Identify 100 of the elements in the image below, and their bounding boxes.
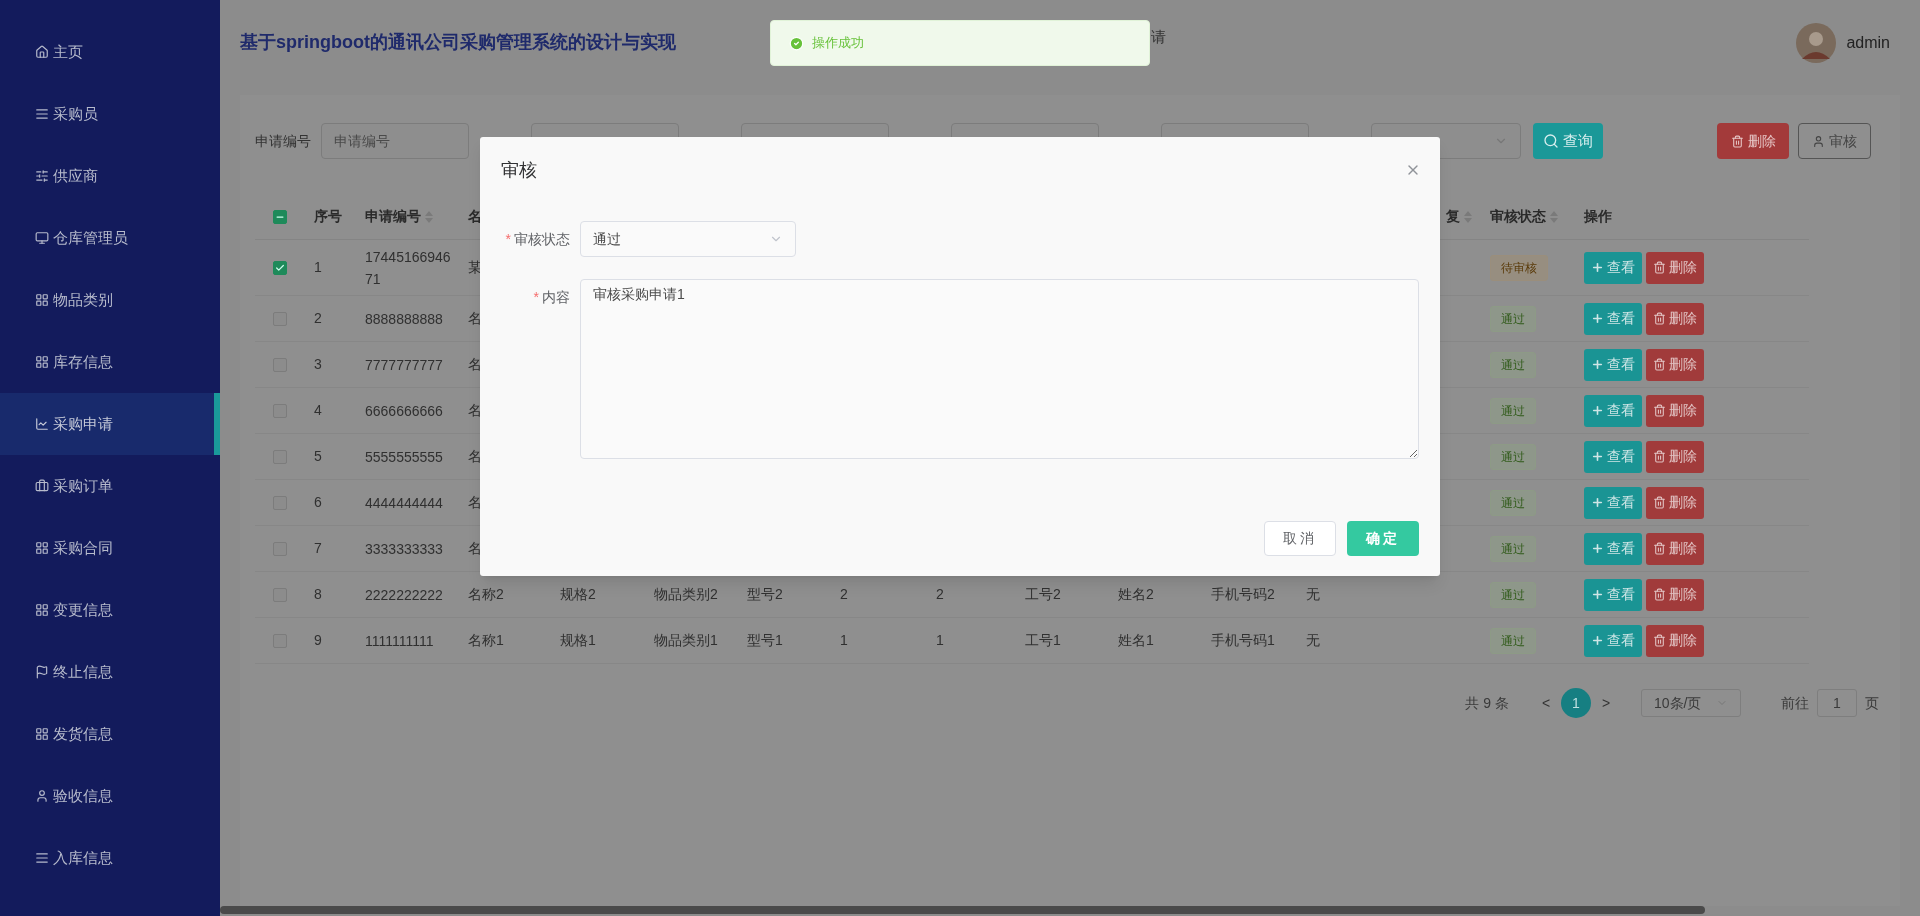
table-cell-text: 1 <box>314 258 322 277</box>
view-button[interactable]: 查看 <box>1584 440 1642 473</box>
username[interactable]: admin <box>1846 30 1890 55</box>
table-cell-text: 名称1 <box>468 631 504 650</box>
chart-icon <box>35 417 49 431</box>
view-button[interactable]: 查看 <box>1584 578 1642 611</box>
table-cell-text: 物品类别1 <box>654 631 718 650</box>
plus-icon <box>1591 404 1604 417</box>
table-cell-text: 2 <box>314 309 322 328</box>
view-button[interactable]: 查看 <box>1584 302 1642 335</box>
sidebar-item[interactable]: 采购员 <box>0 83 220 145</box>
table-cell-text: 8888888888 <box>365 309 444 329</box>
checkbox[interactable] <box>272 209 287 224</box>
delete-button[interactable]: 删除 <box>1717 123 1789 159</box>
view-button[interactable]: 查看 <box>1584 532 1642 565</box>
sidebar-item[interactable]: 仓库管理员 <box>0 207 220 269</box>
table-cell-text: 型号2 <box>747 585 783 604</box>
delete-button[interactable]: 删除 <box>1646 532 1704 565</box>
required-mark: * <box>505 229 511 249</box>
column-header: 审核状态 <box>1490 207 1546 226</box>
page-input[interactable]: 1 <box>1817 689 1857 717</box>
table-cell-text: 无 <box>1306 585 1320 604</box>
table-cell-text: 5 <box>314 447 322 466</box>
sidebar-item[interactable]: 物品类别 <box>0 269 220 331</box>
table-cell-text: 3 <box>314 355 322 374</box>
status-tag: 通过 <box>1490 627 1536 654</box>
sidebar-item[interactable]: 供应商 <box>0 145 220 207</box>
page-size-select[interactable]: 10条/页 <box>1641 689 1741 717</box>
sidebar-item[interactable]: 入库信息 <box>0 827 220 866</box>
table-cell-text: 姓名1 <box>1118 631 1154 650</box>
field-label: 内容 <box>542 287 570 307</box>
table-cell-text: 2 <box>936 585 944 604</box>
delete-button[interactable]: 删除 <box>1646 486 1704 519</box>
table-cell-text: 1 <box>840 631 848 650</box>
app-title: 基于springboot的通讯公司采购管理系统的设计与实现 <box>240 31 676 54</box>
grid-icon <box>35 355 49 369</box>
table-cell-text: 1 <box>936 631 944 650</box>
status-tag: 通过 <box>1490 305 1536 332</box>
table-cell-text: 名 <box>468 355 482 374</box>
sidebar-item[interactable]: 采购合同 <box>0 517 220 579</box>
monitor-icon <box>35 231 49 245</box>
next-page-button[interactable]: > <box>1591 692 1621 714</box>
page-button[interactable]: 1 <box>1561 688 1591 718</box>
delete-button[interactable]: 删除 <box>1646 394 1704 427</box>
sidebar-item[interactable]: 变更信息 <box>0 579 220 641</box>
view-button[interactable]: 查看 <box>1584 624 1642 657</box>
plus-icon <box>1591 496 1604 509</box>
delete-button[interactable]: 删除 <box>1646 440 1704 473</box>
prev-page-button[interactable]: < <box>1531 692 1561 714</box>
delete-button[interactable]: 删除 <box>1646 251 1704 284</box>
sidebar-item[interactable]: 终止信息 <box>0 641 220 703</box>
delete-button[interactable]: 删除 <box>1646 302 1704 335</box>
briefcase-icon <box>35 479 49 493</box>
grid-icon <box>35 603 49 617</box>
checkbox[interactable] <box>272 260 287 275</box>
column-header: 申请编号 <box>365 207 421 226</box>
trash-icon <box>1730 134 1744 148</box>
table-cell-text: 7 <box>314 539 322 558</box>
avatar[interactable] <box>1796 22 1837 63</box>
delete-button[interactable]: 删除 <box>1646 624 1704 657</box>
table-cell-text: 物品类别2 <box>654 585 718 604</box>
sidebar-item[interactable]: 主页 <box>0 21 220 83</box>
scrollbar-thumb[interactable] <box>220 906 1705 914</box>
sidebar-item[interactable]: 发货信息 <box>0 703 220 765</box>
table-cell-text: 2222222222 <box>365 585 444 605</box>
review-button[interactable]: 审核 <box>1798 123 1871 159</box>
plus-icon <box>1591 312 1604 325</box>
table-cell-text: 规格2 <box>560 585 596 604</box>
table-cell-text: 1111111111 <box>365 631 435 651</box>
content-textarea[interactable]: 审核采购申请1 <box>580 279 1419 459</box>
sidebar-item[interactable]: 库存信息 <box>0 331 220 393</box>
status-tag: 通过 <box>1490 443 1536 470</box>
view-button[interactable]: 查看 <box>1584 251 1642 284</box>
filter-input[interactable]: 申请编号 <box>321 123 469 159</box>
table-cell-text: 手机号码2 <box>1211 585 1275 604</box>
status-select[interactable]: 通过 <box>580 221 796 257</box>
delete-button[interactable]: 删除 <box>1646 348 1704 381</box>
status-tag: 通过 <box>1490 489 1536 516</box>
plus-icon <box>1591 261 1604 274</box>
total-count: 共 9 条 <box>1465 693 1509 713</box>
grid-icon <box>35 293 49 307</box>
delete-button[interactable]: 删除 <box>1646 578 1704 611</box>
trash-icon <box>1653 588 1666 601</box>
column-header: 复 <box>1446 207 1460 226</box>
view-button[interactable]: 查看 <box>1584 486 1642 519</box>
house-icon <box>35 45 49 59</box>
cancel-button[interactable]: 取消 <box>1264 521 1336 556</box>
sidebar-item[interactable]: 采购订单 <box>0 455 220 517</box>
view-button[interactable]: 查看 <box>1584 394 1642 427</box>
table-cell-text: 规格1 <box>560 631 596 650</box>
table-cell-text: 6 <box>314 493 322 512</box>
trash-icon <box>1653 358 1666 371</box>
column-header: 序号 <box>314 207 342 226</box>
table-cell-text: 6666666666 <box>365 401 444 421</box>
sidebar-item[interactable]: 采购申请 <box>0 393 220 455</box>
view-button[interactable]: 查看 <box>1584 348 1642 381</box>
flag-icon <box>35 665 49 679</box>
table-cell-text: 2 <box>840 585 848 604</box>
search-button[interactable]: 查询 <box>1533 123 1603 159</box>
sidebar-item[interactable]: 验收信息 <box>0 765 220 827</box>
